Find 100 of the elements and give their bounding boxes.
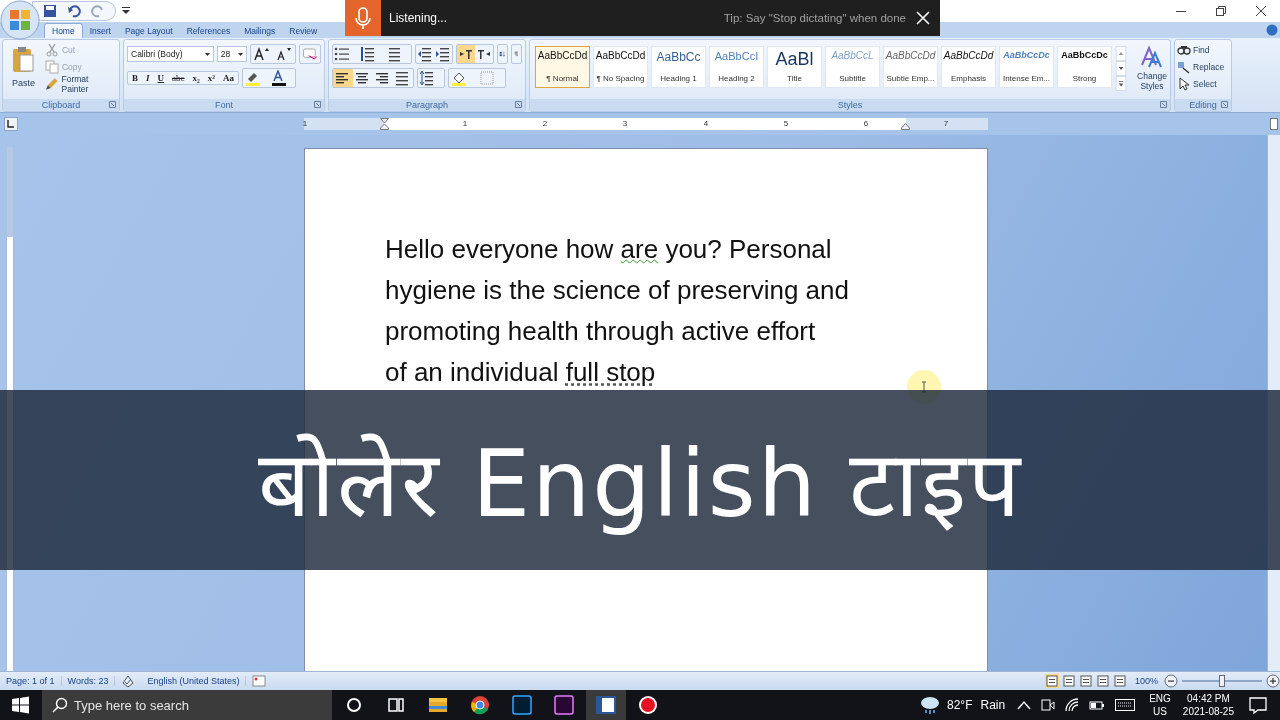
dictation-tip: Tip: Say "Stop dictating" when done: [723, 12, 906, 24]
style-tile[interactable]: AaBbCcDd Emphasis: [941, 46, 996, 88]
group-label: Editing: [1189, 100, 1217, 110]
document-text: Hello everyone how are you? Personal hygiene is the science of preserving and promoting health through active effort of an individual full stop: [385, 233, 850, 389]
indent-marker-icon[interactable]: [380, 118, 389, 130]
line-spacing-icon[interactable]: [417, 68, 445, 88]
weather-label[interactable]: Rain: [980, 698, 1006, 712]
clipboard-icon: [11, 46, 36, 74]
meeting-icon[interactable]: [1041, 698, 1056, 712]
clock-time[interactable]: 04:42 PM: [1187, 692, 1230, 705]
zoom-in-icon[interactable]: [1266, 674, 1280, 688]
font-name-field[interactable]: Calibri (Body): [127, 46, 214, 62]
proofing-icon[interactable]: [121, 674, 136, 688]
tab-selector-icon[interactable]: [4, 117, 18, 131]
save-icon[interactable]: [43, 4, 57, 18]
format-button[interactable]: I: [142, 72, 154, 84]
indent-marker-icon[interactable]: [901, 123, 910, 130]
restore-icon[interactable]: [1216, 6, 1226, 16]
format-button[interactable]: B: [128, 72, 142, 84]
ruler-number: 3: [621, 119, 629, 128]
page-count[interactable]: Page: 1 of 1: [0, 676, 62, 686]
word-icon[interactable]: [586, 690, 626, 720]
style-tile[interactable]: AaBbCcDd Subtle Emp...: [883, 46, 938, 88]
style-tile[interactable]: AaBbCcDd ¶ No Spacing: [593, 46, 648, 88]
clock-date[interactable]: 2021-08-25: [1182, 705, 1234, 718]
style-tile[interactable]: AaBbCcDc Strong: [1057, 46, 1112, 88]
battery-icon[interactable]: [1089, 699, 1106, 711]
style-tile[interactable]: AaBbCcI Heading 2: [709, 46, 764, 88]
style-tile[interactable]: AaBbCcL Subtitle: [825, 46, 880, 88]
outline-icon[interactable]: [1095, 674, 1110, 688]
style-tile[interactable]: AaBbCcDd ¶ Normal: [535, 46, 590, 88]
ribbon-tab[interactable]: Review: [282, 24, 325, 38]
more-icon[interactable]: [1114, 76, 1128, 91]
group-label: Font: [215, 100, 233, 110]
style-tile[interactable]: AaBbCc Heading 1: [651, 46, 706, 88]
rain-cloud-icon[interactable]: [919, 694, 941, 716]
temperature[interactable]: 82°F: [947, 698, 973, 712]
editing-command[interactable]: Select: [1177, 77, 1229, 91]
format-button[interactable]: abc: [168, 72, 189, 84]
decrease-indent-icon[interactable]: [416, 45, 434, 63]
clipboard-command[interactable]: Format Painter: [44, 77, 116, 91]
left-to-right-icon[interactable]: [457, 45, 475, 63]
editing-command[interactable]: Find: [1177, 43, 1229, 57]
customize-arrow-icon[interactable]: [122, 7, 130, 15]
dialog-launcher-icon[interactable]: [515, 101, 522, 108]
style-tile[interactable]: AaBl Title: [767, 46, 822, 88]
letters-icon: [1140, 45, 1164, 69]
ribbon-tab[interactable]: Home: [44, 23, 83, 38]
group-label: Clipboard: [41, 100, 81, 110]
group-label: Paragraph: [406, 100, 448, 110]
paste-button[interactable]: Paste: [6, 43, 41, 96]
reading-icon[interactable]: [1061, 674, 1076, 688]
close-icon[interactable]: [1256, 6, 1266, 16]
input-language[interactable]: ENG: [1149, 692, 1171, 705]
zoom-level[interactable]: 100%: [1134, 676, 1158, 686]
pointer-icon: [1177, 77, 1191, 91]
input-region[interactable]: US: [1153, 705, 1167, 718]
caption-text: बोलेर English टाइप: [257, 429, 1023, 540]
ribbon-tab[interactable]: Insert: [82, 24, 118, 38]
editing-command[interactable]: Replace: [1177, 60, 1229, 74]
zoom-out-icon[interactable]: [1164, 674, 1178, 688]
draft-icon[interactable]: [1112, 674, 1127, 688]
ruler-number: 2: [541, 119, 549, 128]
dictation-status: Listening...: [389, 11, 448, 25]
ribbon-tab[interactable]: Mailings: [237, 24, 283, 38]
keyboard-icon[interactable]: [1115, 699, 1136, 711]
ruler-toggle-icon[interactable]: [1270, 118, 1278, 130]
taskbar-search-field[interactable]: Type here to search: [42, 690, 332, 720]
format-button[interactable]: x²: [203, 72, 219, 84]
format-button[interactable]: Aa: [218, 72, 238, 84]
scissors-icon: [44, 43, 59, 57]
web-icon[interactable]: [1078, 674, 1093, 688]
dialog-launcher-icon[interactable]: [1221, 101, 1228, 108]
microphone-icon[interactable]: [345, 0, 381, 36]
ribbon-tab[interactable]: Page Layout: [117, 24, 180, 38]
language-status[interactable]: English (United States): [141, 676, 247, 686]
macro-icon[interactable]: [252, 675, 267, 687]
ruler-number: 1: [461, 119, 469, 128]
search-icon: [52, 697, 68, 713]
slider-thumb[interactable]: [1219, 675, 1225, 687]
chevron-up-icon[interactable]: [1017, 700, 1032, 710]
wifi-icon[interactable]: [1065, 698, 1080, 712]
ribbon-tab[interactable]: References: [179, 24, 238, 38]
undo-icon[interactable]: [67, 4, 81, 18]
ruler-number: 4: [702, 119, 710, 128]
format-button[interactable]: U: [153, 72, 169, 84]
ruler-number: 7: [942, 119, 950, 128]
font-size-field[interactable]: 28: [216, 46, 247, 62]
style-tile[interactable]: AaBbCcDc Intense Em...: [999, 46, 1054, 88]
align-left-icon[interactable]: [333, 69, 353, 87]
dialog-launcher-icon[interactable]: [314, 101, 321, 108]
increase-indent-icon[interactable]: [434, 45, 452, 63]
dialog-launcher-icon[interactable]: [109, 101, 116, 108]
binoculars-icon: [1177, 43, 1191, 57]
word-count[interactable]: Words: 23: [61, 676, 116, 686]
dialog-launcher-icon[interactable]: [1160, 101, 1167, 108]
format-button[interactable]: x₂: [188, 72, 204, 84]
scroll-down-icon[interactable]: [1114, 61, 1128, 76]
print-layout-icon[interactable]: [1044, 674, 1059, 688]
change-styles-button[interactable]: Change Styles: [1132, 43, 1172, 96]
